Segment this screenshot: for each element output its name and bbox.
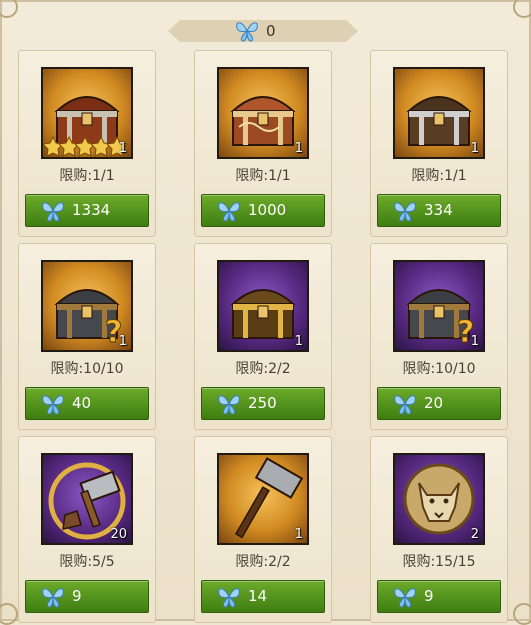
item-thumbnail[interactable]: 1 xyxy=(393,67,485,159)
item-quantity: 20 xyxy=(110,527,127,542)
item-thumbnail[interactable]: 2 xyxy=(393,453,485,545)
price-label: 20 xyxy=(424,394,444,412)
item-quantity: 2 xyxy=(470,527,479,542)
shop-item-card[interactable]: ? 1 限购:10/10 20 xyxy=(370,243,508,430)
purchase-limit: 限购:10/10 xyxy=(50,361,124,377)
blue-butterfly-icon xyxy=(42,588,64,608)
item-quantity: 1 xyxy=(470,334,479,349)
price-label: 1000 xyxy=(248,201,287,219)
price-label: 14 xyxy=(248,587,268,605)
blue-butterfly-icon xyxy=(218,588,240,608)
purchase-limit: 限购:1/1 xyxy=(235,168,291,184)
shop-item-card[interactable]: 1 限购:1/1 1334 xyxy=(18,50,156,237)
item-quantity: 1 xyxy=(118,334,127,349)
shop-item-card[interactable]: 1 限购:1/1 1000 xyxy=(194,50,332,237)
buy-button[interactable]: 14 xyxy=(201,580,325,613)
blue-butterfly-icon xyxy=(236,22,258,42)
purchase-limit: 限购:2/2 xyxy=(235,361,291,377)
purchase-limit: 限购:1/1 xyxy=(411,168,467,184)
blue-butterfly-icon xyxy=(42,395,64,415)
purchase-limit: 限购:10/10 xyxy=(402,361,476,377)
price-label: 9 xyxy=(72,587,82,605)
buy-button[interactable]: 40 xyxy=(25,387,149,420)
item-thumbnail[interactable]: ? 1 xyxy=(41,260,133,352)
currency-bar xyxy=(168,20,358,42)
purchase-limit: 限购:1/1 xyxy=(59,168,115,184)
blue-butterfly-icon xyxy=(394,202,416,222)
shop-item-card[interactable]: 2 限购:15/15 9 xyxy=(370,436,508,623)
price-label: 40 xyxy=(72,394,92,412)
item-quantity: 1 xyxy=(294,141,303,156)
blue-butterfly-icon xyxy=(394,395,416,415)
buy-button[interactable]: 9 xyxy=(377,580,501,613)
item-thumbnail[interactable]: 1 xyxy=(217,67,309,159)
corner-ornament xyxy=(0,0,18,18)
corner-ornament xyxy=(0,603,18,625)
blue-butterfly-icon xyxy=(218,395,240,415)
blue-butterfly-icon xyxy=(218,202,240,222)
blue-butterfly-icon xyxy=(394,588,416,608)
price-label: 9 xyxy=(424,587,434,605)
blue-butterfly-icon xyxy=(42,202,64,222)
purchase-limit: 限购:15/15 xyxy=(402,554,476,570)
item-thumbnail[interactable]: 1 xyxy=(41,67,133,159)
item-thumbnail[interactable]: 1 xyxy=(217,453,309,545)
item-thumbnail[interactable]: 1 xyxy=(217,260,309,352)
item-quantity: 1 xyxy=(118,141,127,156)
price-label: 1334 xyxy=(72,201,111,219)
price-label: 250 xyxy=(248,394,277,412)
buy-button[interactable]: 1334 xyxy=(25,194,149,227)
item-quantity: 1 xyxy=(470,141,479,156)
corner-ornament xyxy=(513,0,531,18)
shop-item-card[interactable]: 1 限购:2/2 14 xyxy=(194,436,332,623)
shop-item-card[interactable]: 1 限购:1/1 334 xyxy=(370,50,508,237)
item-quantity: 1 xyxy=(294,527,303,542)
corner-ornament xyxy=(513,603,531,625)
item-quantity: 1 xyxy=(294,334,303,349)
price-label: 334 xyxy=(424,201,453,219)
purchase-limit: 限购:5/5 xyxy=(59,554,115,570)
shop-item-card[interactable]: 20 限购:5/5 9 xyxy=(18,436,156,623)
shop-item-card[interactable]: 1 限购:2/2 250 xyxy=(194,243,332,430)
currency-value: 0 xyxy=(266,22,276,40)
buy-button[interactable]: 20 xyxy=(377,387,501,420)
item-thumbnail[interactable]: 20 xyxy=(41,453,133,545)
buy-button[interactable]: 250 xyxy=(201,387,325,420)
purchase-limit: 限购:2/2 xyxy=(235,554,291,570)
buy-button[interactable]: 1000 xyxy=(201,194,325,227)
buy-button[interactable]: 334 xyxy=(377,194,501,227)
buy-button[interactable]: 9 xyxy=(25,580,149,613)
shop-item-card[interactable]: ? 1 限购:10/10 40 xyxy=(18,243,156,430)
item-thumbnail[interactable]: ? 1 xyxy=(393,260,485,352)
